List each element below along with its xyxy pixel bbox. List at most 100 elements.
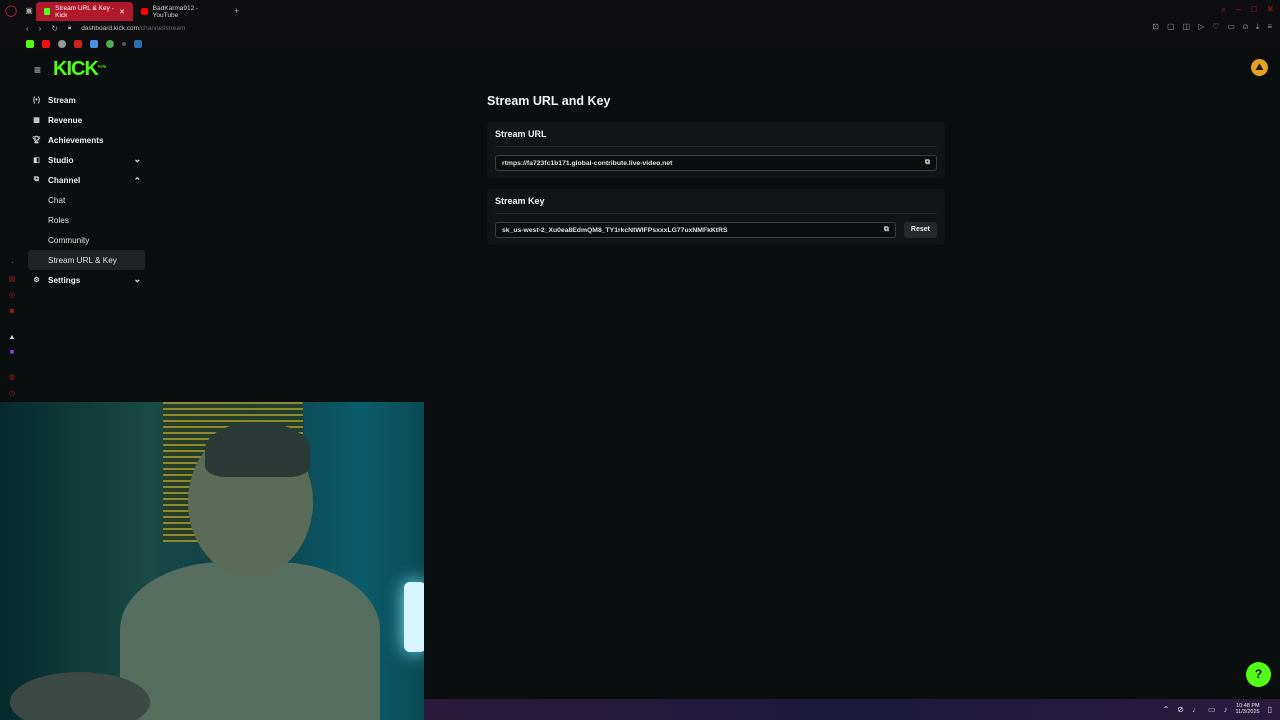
- bookmark-kick-icon[interactable]: [26, 40, 34, 48]
- taskbar: ⌃ ⊘ ♩ ▭ ♪ 10:48 PM 11/3/2025 ▯: [424, 699, 1280, 720]
- stream-url-row: rtmps://fa723fc1b171.global-contribute.l…: [495, 147, 937, 178]
- sidebar-item-stream-url-key[interactable]: Stream URL & Key: [28, 250, 145, 270]
- url-host: dashboard.kick.com: [81, 25, 140, 32]
- reload-icon[interactable]: ↻: [51, 24, 58, 33]
- stream-key-title: Stream Key: [495, 189, 937, 214]
- clock-date: 11/3/2025: [1235, 709, 1260, 715]
- user-avatar[interactable]: ⛰: [1251, 59, 1268, 76]
- copy-icon[interactable]: ⧉: [925, 159, 930, 167]
- tab-youtube[interactable]: BadKarma912 - YouTube: [133, 2, 230, 21]
- page-title: Stream URL and Key: [487, 94, 611, 108]
- system-tray: ⌃ ⊘ ♩ ▭ ♪ 10:48 PM 11/3/2025 ▯: [1163, 703, 1272, 715]
- sidebar-whatsapp-icon[interactable]: ◎: [8, 292, 16, 300]
- sidebar-aria-icon[interactable]: ▲: [8, 334, 16, 342]
- sidebar-item-achievements[interactable]: 🏆︎ Achievements: [28, 130, 145, 150]
- sidebar-clock-icon[interactable]: ◷: [8, 390, 16, 398]
- extension-icon[interactable]: ◫: [1183, 22, 1191, 32]
- stream-url-title: Stream URL: [495, 122, 937, 147]
- microphone-icon[interactable]: ♩: [1192, 705, 1200, 714]
- chevron-up-icon[interactable]: ⌃: [1163, 705, 1170, 714]
- sidebar-item-community[interactable]: Community: [28, 230, 145, 250]
- screenshot-icon[interactable]: ▢: [1167, 22, 1175, 32]
- tab-kick[interactable]: Stream URL & Key - Kick ✕: [36, 2, 133, 21]
- sidebar-history-icon[interactable]: ◔: [8, 260, 16, 268]
- sidebar-item-label: Achievements: [48, 135, 104, 145]
- bookmark-dot-icon[interactable]: [122, 42, 126, 46]
- sidebar-item-channel[interactable]: ⧉ Channel ⌃: [28, 170, 145, 190]
- notifications-icon[interactable]: ▯: [1268, 705, 1272, 714]
- network-off-icon[interactable]: ⊘: [1177, 705, 1184, 714]
- clock[interactable]: 10:48 PM 11/3/2025: [1236, 703, 1260, 715]
- volume-icon[interactable]: ♪: [1224, 705, 1228, 714]
- sidebar-item-label: Studio: [48, 155, 74, 165]
- sidebar-item-label: Revenue: [48, 115, 83, 125]
- sidebar-item-label: Channel: [48, 175, 81, 185]
- app-header: ≡ KICKbeta ⛰: [24, 56, 1280, 82]
- tab-overview-icon[interactable]: ▣: [22, 6, 36, 15]
- sidebar-item-label: Chat: [48, 195, 66, 205]
- bookmark-app-icon[interactable]: [134, 40, 142, 48]
- bookmark-globe-icon[interactable]: [58, 40, 66, 48]
- maximize-icon[interactable]: □: [1251, 4, 1256, 15]
- copy-icon[interactable]: ⧉: [884, 226, 889, 234]
- profile-icon[interactable]: ⍝: [1243, 22, 1248, 32]
- url-field[interactable]: dashboard.kick.com/channel/stream: [81, 25, 185, 32]
- stream-key-row: sk_us-west-2_Xu0ea8EdmQM8_TY1rkcNtWIFPsx…: [495, 214, 937, 245]
- bookmark-youtube-icon[interactable]: [42, 40, 50, 48]
- hamburger-menu-icon[interactable]: ≡: [34, 63, 41, 77]
- forward-icon[interactable]: ›: [39, 24, 42, 33]
- close-window-icon[interactable]: ✕: [1266, 4, 1274, 15]
- bookmark-blue-icon[interactable]: [90, 40, 98, 48]
- chevron-down-icon: ⌄: [133, 274, 141, 284]
- sidebar-settings-icon[interactable]: ◍: [8, 374, 16, 382]
- url-path: /channel/stream: [139, 25, 186, 32]
- bookmark-google-icon[interactable]: [106, 40, 114, 48]
- chevron-up-icon: ⌃: [133, 176, 141, 186]
- webcam-overlay: [0, 402, 424, 720]
- bookmarks-bar: [0, 36, 1280, 52]
- download-icon[interactable]: ⤓: [1256, 22, 1260, 32]
- heart-icon[interactable]: ♡: [1212, 22, 1219, 32]
- new-tab-button[interactable]: +: [234, 6, 239, 16]
- reset-button[interactable]: Reset: [903, 222, 937, 238]
- person-hair: [205, 422, 310, 477]
- address-bar-actions: ⊡ ▢ ◫ ▷ ♡ ▭ ⍝ ⤓ ≡: [1152, 22, 1272, 32]
- sidebar-item-chat[interactable]: Chat: [28, 190, 145, 210]
- sidebar-item-stream[interactable]: (•) Stream: [28, 90, 145, 110]
- sidebar-item-revenue[interactable]: ▦ Revenue: [28, 110, 145, 130]
- sidebar-item-label: Community: [48, 235, 90, 245]
- dashboard-sidebar: (•) Stream ▦ Revenue 🏆︎ Achievements ◧ S…: [28, 90, 145, 290]
- trophy-icon: 🏆︎: [32, 137, 41, 144]
- studio-icon: ◧: [33, 157, 40, 164]
- youtube-favicon-icon: [141, 8, 148, 15]
- back-icon[interactable]: ‹: [26, 24, 29, 33]
- sidebar-item-label: Stream: [48, 95, 76, 105]
- person-body: [120, 562, 380, 720]
- monitor-icon[interactable]: ▭: [1208, 705, 1216, 714]
- close-tab-icon[interactable]: ✕: [119, 8, 125, 16]
- sidebar-item-studio[interactable]: ◧ Studio ⌄: [28, 150, 145, 170]
- search-icon[interactable]: ⌕: [1221, 4, 1226, 15]
- opera-sidebar: ◔ ▤ ◎ ◙ ▲ ■ ◍ ◷: [0, 52, 24, 402]
- sidebar-vk-icon[interactable]: ◙: [8, 308, 16, 316]
- minimize-icon[interactable]: –: [1236, 4, 1241, 15]
- sidebar-item-roles[interactable]: Roles: [28, 210, 145, 230]
- address-bar: ‹ › ↻ 🔒︎ dashboard.kick.com/channel/stre…: [0, 21, 1280, 36]
- stream-key-field[interactable]: sk_us-west-2_Xu0ea8EdmQM8_TY1rkcNtWIFPsx…: [495, 222, 896, 238]
- logo-beta: beta: [97, 63, 107, 69]
- sidebar-messenger-icon[interactable]: ▤: [8, 276, 16, 284]
- browser-tab-bar: ◯ ▣ Stream URL & Key - Kick ✕ BadKarma91…: [0, 0, 1280, 21]
- help-chat-button[interactable]: ?: [1246, 662, 1271, 687]
- sidebar-item-label: Settings: [48, 275, 81, 285]
- player-icon[interactable]: ▷: [1198, 22, 1204, 32]
- sidebar-item-settings[interactable]: ⚙ Settings ⌄: [28, 270, 145, 290]
- menu-icon[interactable]: ≡: [1267, 22, 1272, 32]
- bookmark-red-icon[interactable]: [74, 40, 82, 48]
- bookmark-icon[interactable]: ⊡: [1152, 22, 1159, 32]
- wallet-icon[interactable]: ▭: [1227, 22, 1235, 32]
- opera-menu-icon[interactable]: ◯: [0, 0, 22, 21]
- tab-title: Stream URL & Key - Kick: [55, 4, 114, 19]
- sidebar-twitch-icon[interactable]: ■: [8, 349, 16, 357]
- kick-logo[interactable]: KICKbeta: [53, 58, 106, 81]
- stream-url-field[interactable]: rtmps://fa723fc1b171.global-contribute.l…: [495, 155, 937, 171]
